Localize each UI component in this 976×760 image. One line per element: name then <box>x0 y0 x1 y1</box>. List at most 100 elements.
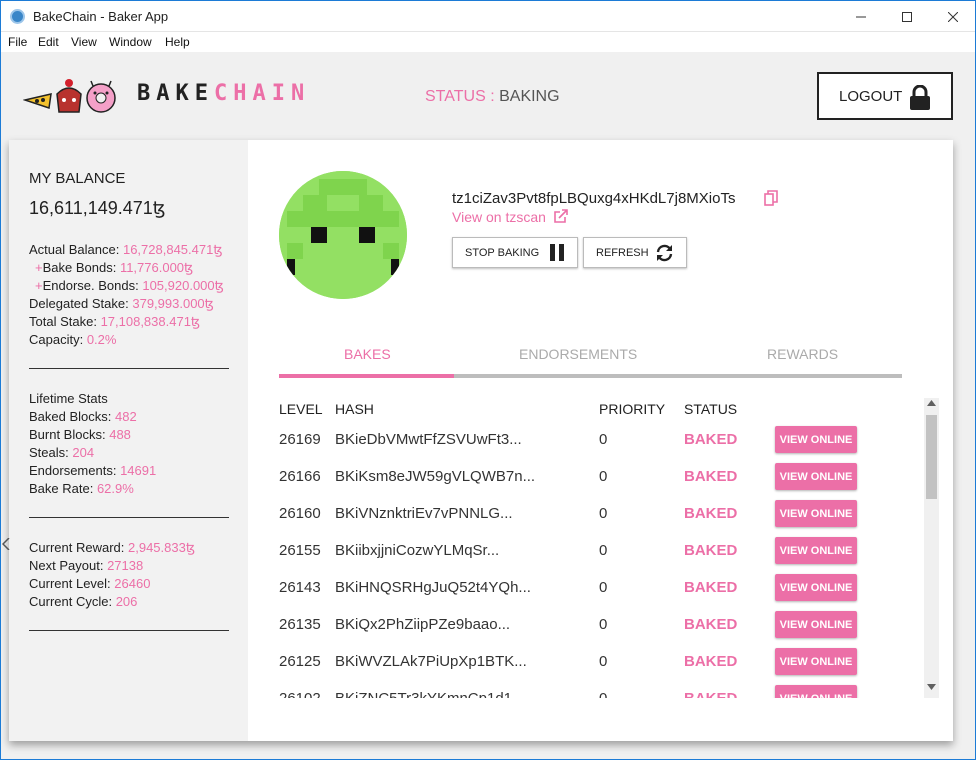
row-priority: 0 <box>599 616 608 633</box>
table-scrollbar[interactable] <box>924 398 939 698</box>
balance-title: MY BALANCE <box>29 170 126 187</box>
menu-edit[interactable]: Edit <box>38 35 59 49</box>
wallet-address: tz1ciZav3Pvt8fpLBQuxg4xHKdL7j8MXioTs <box>452 190 736 207</box>
maximize-button[interactable] <box>884 1 930 32</box>
brand-part1: BAKE <box>137 81 214 106</box>
row-level: 26143 <box>279 579 321 596</box>
scroll-down-icon[interactable] <box>927 684 936 690</box>
brand-part2: CHAIN <box>213 81 311 106</box>
view-online-button[interactable]: VIEW ONLINE <box>775 611 857 638</box>
refresh-label: REFRESH <box>596 246 649 259</box>
refresh-button[interactable]: REFRESH <box>583 237 687 268</box>
bake-bonds-label: Bake Bonds: <box>42 260 117 275</box>
view-online-button[interactable]: VIEW ONLINE <box>775 426 857 453</box>
column-header-level: LEVEL <box>279 401 323 417</box>
table-row: 26143 BKiHNQSRHgJuQ52t4YQh... 0 BAKED VI… <box>279 572 899 609</box>
current-cycle-row: Current Cycle: 206 <box>29 594 137 609</box>
row-hash: BKiKsm8eJW59gVLQWB7n... <box>335 468 536 485</box>
menu-window[interactable]: Window <box>109 35 152 49</box>
row-level: 26135 <box>279 616 321 633</box>
app-header: BAKECHAIN STATUS : BAKING LOGOUT <box>1 52 975 140</box>
stop-baking-button[interactable]: STOP BAKING <box>452 237 578 268</box>
current-reward-value: 2,945.833ꜩ <box>128 540 196 555</box>
table-row: 26155 BKiibxjjniCozwYLMqSr... 0 BAKED VI… <box>279 535 899 572</box>
endorsements-row: Endorsements: 14691 <box>29 463 156 478</box>
table-row: 26169 BKieDbVMwtFfZSVUwFt3... 0 BAKED VI… <box>279 424 899 461</box>
scroll-up-icon[interactable] <box>927 400 936 406</box>
baker-avatar <box>279 171 407 299</box>
balance-value: 16,611,149.471ꜩ <box>29 198 166 218</box>
total-stake-row: Total Stake: 17,108,838.471ꜩ <box>29 314 200 330</box>
baked-blocks-label: Baked Blocks: <box>29 409 112 424</box>
close-button[interactable] <box>930 1 975 32</box>
bakes-table: LEVEL HASH PRIORITY STATUS 26169 BKieDbV… <box>279 398 920 698</box>
row-status: BAKED <box>684 653 738 670</box>
current-cycle-label: Current Cycle: <box>29 594 113 609</box>
minimize-button[interactable] <box>838 1 884 32</box>
menu-bar: File Edit View Window Help <box>1 32 975 52</box>
title-bar[interactable]: BakeChain - Baker App <box>1 1 975 32</box>
endorse-bonds-value: 105,920.000ꜩ <box>142 278 224 293</box>
status-value: BAKING <box>499 88 560 105</box>
lifetime-stats-title: Lifetime Stats <box>29 391 108 406</box>
scroll-thumb[interactable] <box>926 415 937 499</box>
status-label: STATUS : <box>425 88 495 105</box>
capacity-value: 0.2% <box>86 332 117 347</box>
row-priority: 0 <box>599 542 608 559</box>
row-priority: 0 <box>599 653 608 670</box>
table-row: 26102 BKiZNC5Tr3kYKmnCp1d1... 0 BAKED VI… <box>279 683 899 698</box>
row-priority: 0 <box>599 431 608 448</box>
bake-rate-label: Bake Rate: <box>29 481 94 496</box>
app-window: BakeChain - Baker App File Edit View Win… <box>0 0 976 760</box>
bake-bonds-prefix: + <box>35 260 43 275</box>
row-level: 26169 <box>279 431 321 448</box>
divider <box>29 630 229 631</box>
copy-icon[interactable] <box>764 190 778 206</box>
actual-balance-label: Actual Balance: <box>29 242 120 257</box>
bake-rate-value: 62.9% <box>96 481 134 496</box>
row-priority: 0 <box>599 579 608 596</box>
minimize-icon <box>856 16 866 17</box>
row-hash: BKiZNC5Tr3kYKmnCp1d1... <box>335 690 525 698</box>
menu-file[interactable]: File <box>8 35 27 49</box>
column-header-priority: PRIORITY <box>599 401 666 417</box>
tab-endorsements[interactable]: ENDORSEMENTS <box>519 346 637 362</box>
main-card: MY BALANCE 16,611,149.471ꜩ Actual Balanc… <box>9 140 953 741</box>
row-status: BAKED <box>684 505 738 522</box>
delegated-stake-value: 379,993.000ꜩ <box>132 296 214 311</box>
bake-bonds-row: +Bake Bonds: 11,776.000ꜩ <box>35 260 193 276</box>
view-online-button[interactable]: VIEW ONLINE <box>775 463 857 490</box>
next-payout-row: Next Payout: 27138 <box>29 558 143 573</box>
view-online-button[interactable]: VIEW ONLINE <box>775 500 857 527</box>
balance-sidebar: MY BALANCE 16,611,149.471ꜩ Actual Balanc… <box>9 140 248 741</box>
row-level: 26125 <box>279 653 321 670</box>
view-online-button[interactable]: VIEW ONLINE <box>775 537 857 564</box>
collapse-arrow-icon[interactable] <box>2 538 10 550</box>
menu-help[interactable]: Help <box>165 35 190 49</box>
current-cycle-value: 206 <box>115 594 138 609</box>
row-status: BAKED <box>684 468 738 485</box>
tab-rewards[interactable]: REWARDS <box>767 346 838 362</box>
menu-view[interactable]: View <box>71 35 97 49</box>
row-level: 26160 <box>279 505 321 522</box>
view-online-button[interactable]: VIEW ONLINE <box>775 574 857 601</box>
view-on-tzscan-link[interactable]: View on tzscan <box>452 209 546 225</box>
logout-label: LOGOUT <box>839 87 903 105</box>
view-online-button[interactable]: VIEW ONLINE <box>775 648 857 675</box>
steals-value: 204 <box>72 445 95 460</box>
bakechain-mascots-logo <box>23 79 116 113</box>
active-tab-indicator <box>279 374 454 378</box>
burnt-blocks-value: 488 <box>109 427 131 442</box>
row-status: BAKED <box>684 690 737 698</box>
delegated-stake-row: Delegated Stake: 379,993.000ꜩ <box>29 296 214 312</box>
actual-balance-row: Actual Balance: 16,728,845.471ꜩ <box>29 242 223 258</box>
current-level-row: Current Level: 26460 <box>29 576 150 591</box>
endorse-bonds-label: Endorse. Bonds: <box>42 278 139 293</box>
total-stake-value: 17,108,838.471ꜩ <box>100 314 201 329</box>
logout-button[interactable]: LOGOUT <box>817 72 953 120</box>
tab-bakes[interactable]: BAKES <box>344 346 391 362</box>
view-online-button[interactable]: VIEW ONLINE <box>775 685 857 698</box>
close-icon <box>948 11 958 22</box>
column-header-hash: HASH <box>335 401 374 417</box>
external-link-icon[interactable] <box>553 209 568 224</box>
